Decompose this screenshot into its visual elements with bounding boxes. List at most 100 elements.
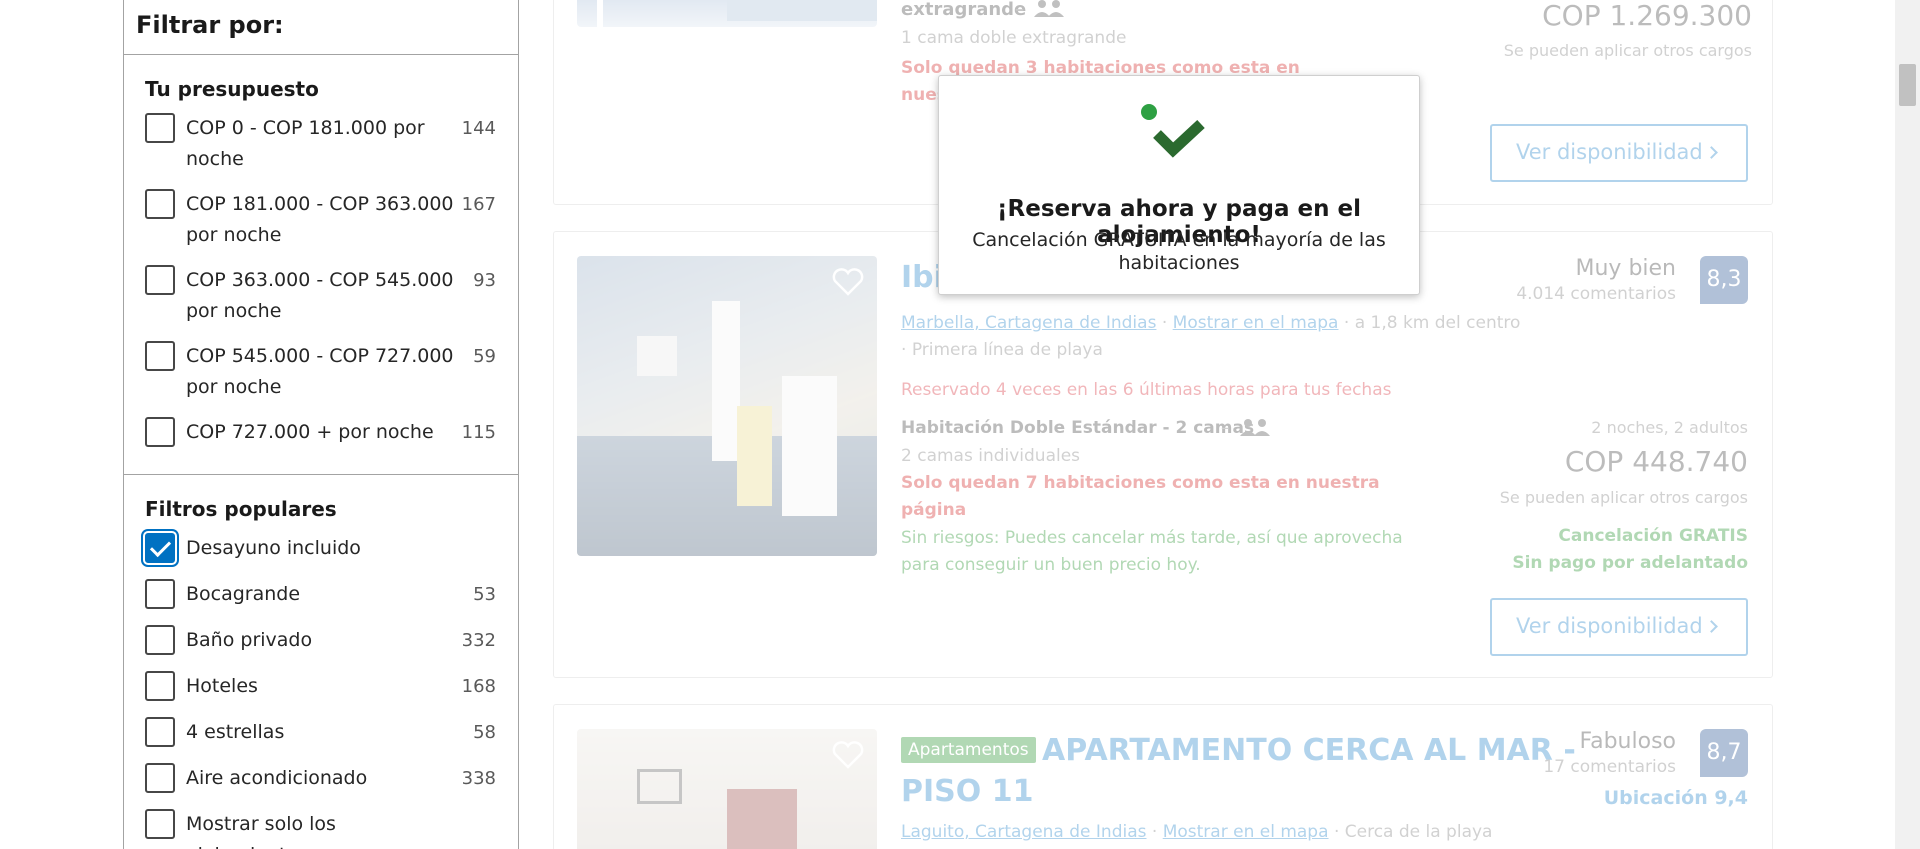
- separator-dot: ·: [1333, 822, 1345, 842]
- filter-label: Hoteles: [186, 675, 258, 697]
- location-link[interactable]: Laguito, Cartagena de Indias: [901, 822, 1147, 842]
- see-availability-button[interactable]: Ver disponibilidad: [1490, 124, 1748, 182]
- extra-charges: Se pueden aplicar otros cargos: [1499, 488, 1748, 507]
- filter-option[interactable]: Bocagrande 53: [124, 579, 518, 610]
- popular-filter-group: Filtros populares Desayuno incluido Bocag…: [124, 475, 518, 849]
- filter-checkbox[interactable]: [145, 763, 175, 793]
- filter-option[interactable]: COP 363.000 - COP 545.000 por noche 93: [124, 265, 518, 327]
- location-score: Ubicación 9,4: [1603, 787, 1748, 809]
- filter-checkbox[interactable]: [145, 717, 175, 747]
- filter-count: 93: [473, 270, 496, 291]
- filter-count: 115: [461, 422, 496, 443]
- filter-option[interactable]: Mostrar solo los alojamientos: [124, 809, 518, 849]
- see-availability-button[interactable]: Ver disponibilidad: [1490, 598, 1748, 656]
- property-photo[interactable]: [577, 256, 877, 556]
- filter-count: 59: [473, 346, 496, 367]
- filter-option[interactable]: COP 0 - COP 181.000 por noche 144: [124, 113, 518, 175]
- heart-icon[interactable]: [832, 741, 864, 769]
- location-line: Marbella, Cartagena de Indias · Mostrar …: [901, 313, 1520, 333]
- filter-label: Aire acondicionado: [186, 767, 368, 789]
- filter-checkbox[interactable]: [145, 189, 175, 219]
- filter-checkbox[interactable]: [145, 809, 175, 839]
- filters-header: Filtrar por:: [124, 0, 518, 55]
- filter-label: COP 363.000 - COP 545.000 por noche: [186, 269, 454, 322]
- filter-checkbox[interactable]: [145, 579, 175, 609]
- bed-type: 2 camas individuales: [901, 446, 1081, 466]
- no-risk-message-line2: para conseguir un buen precio hoy.: [901, 555, 1201, 575]
- filter-checkbox[interactable]: [145, 341, 175, 371]
- recent-bookings: Reservado 4 veces en las 6 últimas horas…: [901, 380, 1392, 400]
- room-name-separator: –: [1015, 0, 1024, 20]
- popular-filters-title: Filtros populares: [145, 497, 337, 521]
- filter-option[interactable]: Hoteles 168: [124, 671, 518, 702]
- filter-option[interactable]: COP 181.000 - COP 363.000 por noche 167: [124, 189, 518, 251]
- filter-label: COP 545.000 - COP 727.000 por noche: [186, 345, 454, 398]
- separator-dot: ·: [1343, 313, 1355, 333]
- show-on-map-link[interactable]: Mostrar en el mapa: [1163, 822, 1329, 842]
- scarcity-message-line1: Solo quedan 7 habitaciones como esta en …: [901, 473, 1380, 493]
- page-scrollbar[interactable]: [1895, 0, 1920, 849]
- filter-option[interactable]: Baño privado 332: [124, 625, 518, 656]
- beachfront-label: Primera línea de playa: [911, 340, 1103, 360]
- distance-from-center: a 1,8 km del centro: [1354, 313, 1521, 333]
- filter-checkbox[interactable]: [145, 265, 175, 295]
- no-risk-message-line1: Sin riesgos: Puedes cancelar más tarde, …: [901, 528, 1403, 548]
- filter-checkbox[interactable]: [145, 671, 175, 701]
- filter-label: Baño privado: [186, 629, 313, 651]
- location-link[interactable]: Marbella, Cartagena de Indias: [901, 313, 1156, 333]
- filter-checkbox[interactable]: [145, 113, 175, 143]
- separator-dot: ·: [901, 340, 912, 360]
- property-title-line2[interactable]: PISO 11: [901, 774, 1033, 809]
- budget-filter-group: Tu presupuesto COP 0 - COP 181.000 por n…: [124, 55, 518, 475]
- filter-count: 167: [461, 194, 496, 215]
- scarcity-message-line2: página: [901, 500, 967, 520]
- filter-count: 168: [461, 676, 496, 697]
- stay-info: 2 noches, 2 adultos: [1591, 418, 1748, 437]
- separator-dot: ·: [1151, 822, 1163, 842]
- popular-options: Desayuno incluido Bocagrande 53 Baño privad…: [124, 533, 518, 849]
- filters-sidebar: Filtrar por: Tu presupuesto COP 0 - COP …: [123, 0, 519, 849]
- filter-label: Bocagrande: [186, 583, 301, 605]
- separator-dot: ·: [1161, 313, 1173, 333]
- heart-icon[interactable]: [832, 268, 864, 296]
- filter-label: COP 727.000 + por noche: [186, 421, 434, 443]
- filter-checkbox[interactable]: [145, 417, 175, 447]
- budget-title: Tu presupuesto: [145, 77, 319, 101]
- filter-option[interactable]: COP 727.000 + por noche 115: [124, 417, 518, 448]
- review-score: 8,7: [1700, 729, 1748, 777]
- filter-option[interactable]: 4 estrellas 58: [124, 717, 518, 748]
- beachfront-line: · Primera línea de playa: [901, 340, 1103, 360]
- chevron-right-icon: [1705, 146, 1718, 159]
- near-beach: Cerca de la playa: [1344, 822, 1493, 842]
- free-cancellation: Cancelación GRATIS: [1558, 526, 1748, 546]
- filter-option[interactable]: COP 545.000 - COP 727.000 por noche 59: [124, 341, 518, 403]
- pay-at-property-popup: ¡Reserva ahora y paga en el alojamiento!…: [938, 75, 1420, 295]
- scrollbar-thumb[interactable]: [1899, 64, 1916, 106]
- filter-checkbox[interactable]: [145, 625, 175, 655]
- button-label: Ver disponibilidad: [1516, 614, 1703, 638]
- filter-checkbox[interactable]: [145, 533, 175, 563]
- guests-icon: [1034, 0, 1064, 17]
- price: COP 448.740: [1564, 445, 1748, 478]
- property-title-line1[interactable]: APARTAMENTO CERCA AL MAR -: [1042, 733, 1576, 768]
- price: COP 1.269.300: [1542, 0, 1752, 32]
- property-photo[interactable]: [577, 729, 877, 849]
- filter-label: Mostrar solo los alojamientos: [186, 813, 336, 849]
- filter-count: 53: [473, 584, 496, 605]
- review-score: 8,3: [1700, 256, 1748, 304]
- review-count: 4.014 comentarios: [1516, 284, 1676, 304]
- filter-option[interactable]: Aire acondicionado 338: [124, 763, 518, 794]
- button-label: Ver disponibilidad: [1516, 140, 1703, 164]
- filter-label: COP 181.000 - COP 363.000 por noche: [186, 193, 454, 246]
- filter-count: 58: [473, 722, 496, 743]
- no-prepayment: Sin pago por adelantado: [1512, 553, 1748, 573]
- bed-type: 1 cama doble extragrande: [901, 28, 1127, 48]
- property-type-badge: Apartamentos: [901, 737, 1036, 763]
- property-photo[interactable]: [577, 0, 877, 27]
- filter-count: 332: [461, 630, 496, 651]
- guests-icon: [1240, 419, 1270, 436]
- room-name-separator: –: [1221, 418, 1230, 438]
- filter-option[interactable]: Desayuno incluido: [124, 533, 518, 564]
- location-line: Laguito, Cartagena de Indias · Mostrar e…: [901, 822, 1492, 842]
- show-on-map-link[interactable]: Mostrar en el mapa: [1173, 313, 1339, 333]
